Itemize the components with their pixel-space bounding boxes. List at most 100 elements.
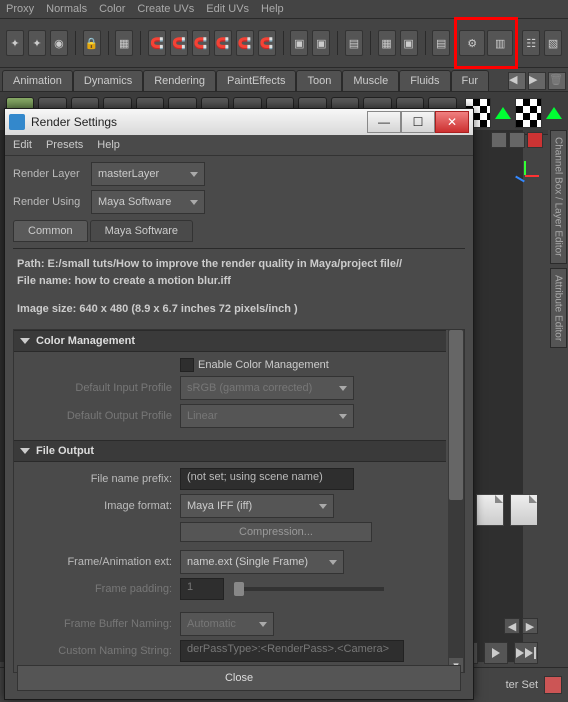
menu-createuvs[interactable]: Create UVs	[137, 3, 194, 15]
tab-nav-right[interactable]: ▶	[528, 72, 546, 90]
shelf-arrow-1	[495, 107, 511, 119]
output-profile-dropdown: Linear	[180, 404, 354, 428]
tool-render-view[interactable]: ▦	[378, 30, 396, 56]
highlighted-tools: ⚙ ▥	[454, 17, 518, 69]
viewport-controls	[491, 132, 543, 148]
tab-muscle[interactable]: Muscle	[342, 70, 399, 91]
play-end[interactable]	[514, 642, 538, 664]
filename-text: File name: how to create a motion blur.i…	[17, 274, 461, 289]
tool-btn-5[interactable]: ▣	[290, 30, 308, 56]
enable-color-management-checkbox[interactable]	[180, 358, 194, 372]
tool-btn-6[interactable]: ▣	[312, 30, 330, 56]
tool-btn-10[interactable]: ▧	[544, 30, 562, 56]
custom-naming-input: derPassType>:<RenderPass>.<Camera>	[180, 640, 404, 662]
layer-doc-2[interactable]	[476, 494, 504, 526]
dialog-titlebar[interactable]: Render Settings — ☐ ✕	[5, 109, 473, 135]
imagesize-text: Image size: 640 x 480 (8.9 x 6.7 inches …	[17, 302, 461, 317]
disclosure-icon	[20, 448, 30, 454]
tool-magnet-6[interactable]: 🧲	[258, 30, 276, 56]
frame-padding-label: Frame padding:	[20, 583, 176, 595]
tab-dynamics[interactable]: Dynamics	[73, 70, 143, 91]
menu-help[interactable]: Help	[261, 3, 284, 15]
tool-btn-8[interactable]: ▤	[432, 30, 450, 56]
disclosure-icon	[20, 338, 30, 344]
tool-magnet-3[interactable]: 🧲	[192, 30, 210, 56]
render-layer-dropdown[interactable]: masterLayer	[91, 162, 205, 186]
scrollbar-thumb[interactable]	[449, 330, 463, 500]
render-info: Path: E:/small tuts/How to improve the r…	[13, 255, 465, 329]
scrollbar[interactable]: ▾	[448, 330, 464, 672]
layer-doc-3[interactable]	[510, 494, 538, 526]
tab-animation[interactable]: Animation	[2, 70, 73, 91]
tool-btn-9[interactable]: ☷	[522, 30, 540, 56]
toolbar: ✦ ✦ ◉ 🔒 ▦ 🧲 🧲 🧲 🧲 🧲 🧲 ▣ ▣ ▤ ▦ ▣ ▤ ⚙ ▥ ☷ …	[0, 19, 568, 68]
play-forward[interactable]	[484, 642, 508, 664]
dialog-tabs: Common Maya Software	[13, 220, 465, 242]
image-format-label: Image format:	[20, 500, 176, 512]
file-prefix-label: File name prefix:	[20, 473, 176, 485]
menu-proxy[interactable]: Proxy	[6, 3, 34, 15]
tab-fur[interactable]: Fur	[451, 70, 490, 91]
tool-magnet-2[interactable]: 🧲	[170, 30, 188, 56]
tool-btn-2[interactable]: ✦	[28, 30, 46, 56]
section-file-output[interactable]: File Output	[14, 440, 446, 462]
frame-ext-dropdown[interactable]: name.ext (Single Frame)	[180, 550, 344, 574]
path-text: Path: E:/small tuts/How to improve the r…	[17, 257, 461, 272]
shelf-flag-2[interactable]	[515, 98, 542, 128]
vp-icon-2[interactable]	[509, 132, 525, 148]
compression-button[interactable]: Compression...	[180, 522, 372, 542]
tab-trash-icon[interactable]: 🗑	[548, 72, 566, 90]
input-profile-dropdown: sRGB (gamma corrected)	[180, 376, 354, 400]
iter-set-label: ter Set	[506, 679, 538, 691]
tool-btn-1[interactable]: ✦	[6, 30, 24, 56]
menu-normals[interactable]: Normals	[46, 3, 87, 15]
tab-nav-left[interactable]: ◀	[508, 72, 526, 90]
chevron-down-icon	[190, 200, 198, 205]
tab-fluids[interactable]: Fluids	[399, 70, 450, 91]
minimize-button[interactable]: —	[367, 111, 401, 133]
frame-buffer-label: Frame Buffer Naming:	[20, 618, 176, 630]
tool-render[interactable]: ▣	[400, 30, 418, 56]
tool-btn-3[interactable]: ◉	[50, 30, 68, 56]
frame-padding-input: 1	[180, 578, 224, 600]
tool-render-settings[interactable]: ⚙	[459, 30, 485, 56]
nav-left[interactable]: ◀	[504, 618, 520, 634]
bottom-icon[interactable]	[544, 676, 562, 694]
render-using-dropdown[interactable]: Maya Software	[91, 190, 205, 214]
tool-btn-4[interactable]: ▦	[115, 30, 133, 56]
channel-box-tab[interactable]: Channel Box / Layer Editor	[550, 130, 567, 264]
vp-close-icon[interactable]	[527, 132, 543, 148]
render-layer-label: Render Layer	[13, 168, 87, 180]
tool-magnet-4[interactable]: 🧲	[214, 30, 232, 56]
image-format-dropdown[interactable]: Maya IFF (iff)	[180, 494, 334, 518]
tool-magnet-1[interactable]: 🧲	[148, 30, 166, 56]
tool-magnet-5[interactable]: 🧲	[236, 30, 254, 56]
section-color-management[interactable]: Color Management	[14, 330, 446, 352]
vp-icon-1[interactable]	[491, 132, 507, 148]
shelf-tabs: Animation Dynamics Rendering PaintEffect…	[0, 68, 568, 92]
tool-btn-7[interactable]: ▤	[345, 30, 363, 56]
tab-maya-software[interactable]: Maya Software	[90, 220, 193, 242]
tab-painteffects[interactable]: PaintEffects	[216, 70, 297, 91]
file-prefix-input[interactable]: (not set; using scene name)	[180, 468, 354, 490]
render-using-label: Render Using	[13, 196, 87, 208]
attribute-editor-tab[interactable]: Attribute Editor	[550, 268, 567, 348]
menu-color[interactable]: Color	[99, 3, 125, 15]
close-window-button[interactable]: ✕	[435, 111, 469, 133]
tool-lock[interactable]: 🔒	[83, 30, 101, 56]
dialog-menu: Edit Presets Help	[5, 135, 473, 156]
tool-hypershade[interactable]: ▥	[487, 30, 513, 56]
nav-right[interactable]: ▶	[522, 618, 538, 634]
tab-rendering[interactable]: Rendering	[143, 70, 216, 91]
dlg-menu-help[interactable]: Help	[97, 139, 120, 151]
dlg-menu-presets[interactable]: Presets	[46, 139, 83, 151]
output-profile-label: Default Output Profile	[20, 410, 176, 422]
nav-arrows: ◀ ▶	[504, 618, 538, 634]
dlg-menu-edit[interactable]: Edit	[13, 139, 32, 151]
frame-buffer-dropdown: Automatic	[180, 612, 274, 636]
tab-common[interactable]: Common	[13, 220, 88, 242]
maximize-button[interactable]: ☐	[401, 111, 435, 133]
menu-edituvs[interactable]: Edit UVs	[206, 3, 249, 15]
tab-toon[interactable]: Toon	[296, 70, 342, 91]
close-button[interactable]: Close	[17, 665, 461, 691]
